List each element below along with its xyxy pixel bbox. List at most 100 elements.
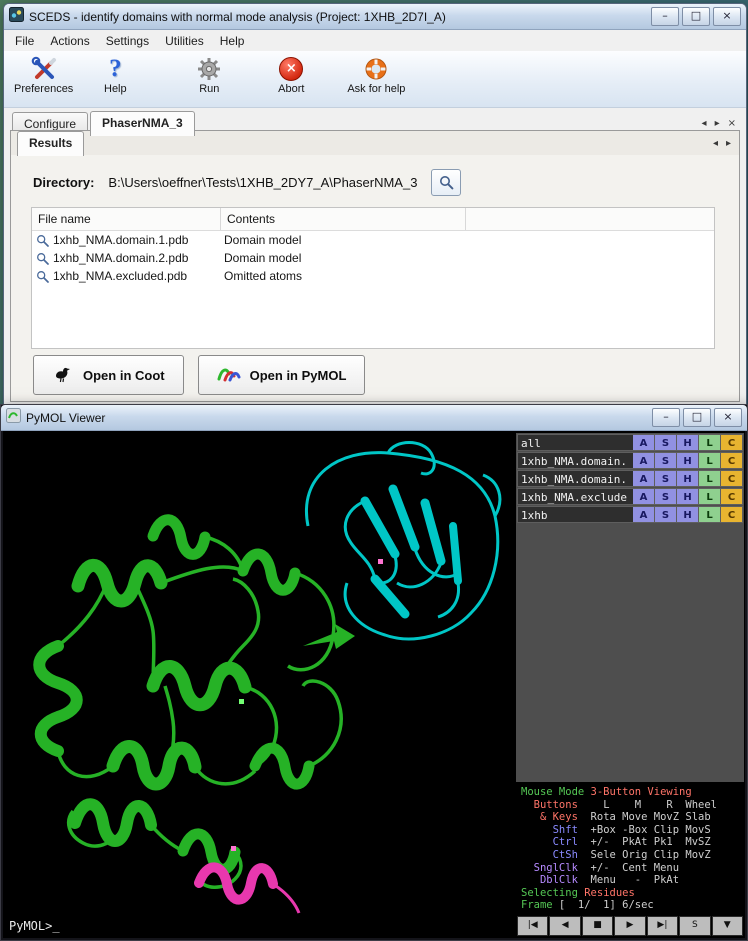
label-button[interactable]: L: [699, 506, 721, 523]
play-button[interactable]: ▶: [614, 916, 645, 936]
lifering-icon: [364, 55, 388, 82]
menu-file[interactable]: File: [7, 32, 42, 50]
results-tab-nav: ◂ ▸: [711, 138, 733, 155]
sceds-window: SCEDS - identify domains with normal mod…: [3, 3, 747, 405]
color-button[interactable]: C: [721, 506, 743, 523]
search-icon[interactable]: [36, 234, 49, 247]
file-contents: Domain model: [218, 249, 462, 267]
color-button[interactable]: C: [721, 434, 743, 451]
directory-value: B:\Users\oeffner\Tests\1XHB_2DY7_A\Phase…: [108, 175, 417, 190]
close-button[interactable]: ×: [714, 408, 742, 427]
pymol-3d-viewport[interactable]: [3, 431, 520, 938]
minimize-button[interactable]: –: [652, 408, 680, 427]
label-button[interactable]: L: [699, 434, 721, 451]
selecting-mode[interactable]: Selecting Residues: [521, 887, 742, 900]
tab-close-icon[interactable]: ×: [726, 118, 738, 129]
sceds-menubar: File Actions Settings Utilities Help: [4, 30, 746, 51]
sceds-titlebar[interactable]: SCEDS - identify domains with normal mod…: [4, 4, 746, 30]
label-button[interactable]: L: [699, 452, 721, 469]
open-in-pymol-label: Open in PyMOL: [250, 368, 347, 383]
object-row: all A S H L C: [517, 434, 743, 451]
gear-icon: [197, 55, 221, 82]
tab-next-icon[interactable]: ▸: [713, 118, 722, 129]
close-button[interactable]: ×: [713, 7, 741, 26]
file-table-header: File name Contents: [32, 208, 714, 231]
object-name[interactable]: all: [517, 434, 633, 451]
table-row[interactable]: 1xhb_NMA.domain.2.pdb Domain model: [32, 249, 714, 267]
file-name: 1xhb_NMA.domain.2.pdb: [53, 249, 188, 267]
open-in-pymol-button[interactable]: Open in PyMOL: [198, 355, 366, 395]
action-button[interactable]: A: [633, 470, 655, 487]
abort-button[interactable]: Abort: [269, 55, 313, 95]
menu-help[interactable]: Help: [212, 32, 253, 50]
question-icon: ?: [109, 55, 122, 82]
show-button[interactable]: S: [655, 488, 677, 505]
action-button[interactable]: A: [633, 452, 655, 469]
file-contents: Omitted atoms: [218, 267, 462, 285]
table-row[interactable]: 1xhb_NMA.domain.1.pdb Domain model: [32, 231, 714, 249]
action-button[interactable]: A: [633, 434, 655, 451]
ask-for-help-button[interactable]: Ask for help: [347, 55, 405, 95]
action-button[interactable]: A: [633, 488, 655, 505]
tab-phasernma-3[interactable]: PhaserNMA_3: [90, 111, 195, 136]
pymol-window: PyMOL Viewer – □ ×: [0, 404, 748, 941]
label-button[interactable]: L: [699, 488, 721, 505]
menu-actions[interactable]: Actions: [42, 32, 97, 50]
forward-end-button[interactable]: ▶|: [647, 916, 678, 936]
rewind-start-button[interactable]: |◀: [517, 916, 548, 936]
run-label: Run: [199, 83, 219, 95]
menu-settings[interactable]: Settings: [98, 32, 157, 50]
color-button[interactable]: C: [721, 470, 743, 487]
hide-button[interactable]: H: [677, 506, 699, 523]
scene-button[interactable]: S: [679, 916, 710, 936]
tab-prev-icon[interactable]: ◂: [700, 118, 709, 129]
pymol-titlebar[interactable]: PyMOL Viewer – □ ×: [1, 405, 747, 431]
preferences-button[interactable]: Preferences: [14, 55, 73, 95]
action-button[interactable]: A: [633, 506, 655, 523]
object-row: 1xhb_NMA.domain. A S H L C: [517, 470, 743, 487]
pymol-command-prompt[interactable]: PyMOL>_: [9, 919, 60, 933]
mouse-mode-panel[interactable]: Mouse Mode 3-Button Viewing Buttons L M …: [516, 782, 744, 915]
run-button[interactable]: Run: [187, 55, 231, 95]
color-button[interactable]: C: [721, 452, 743, 469]
search-icon[interactable]: [36, 252, 49, 265]
hide-button[interactable]: H: [677, 488, 699, 505]
label-button[interactable]: L: [699, 470, 721, 487]
minimize-button[interactable]: –: [651, 7, 679, 26]
pymol-logo-icon: [217, 364, 241, 387]
table-row[interactable]: 1xhb_NMA.excluded.pdb Omitted atoms: [32, 267, 714, 285]
show-button[interactable]: S: [655, 470, 677, 487]
pymol-caption-buttons: – □ ×: [652, 408, 742, 427]
pymol-body: all A S H L C 1xhb_NMA.domain. A S H L C…: [3, 431, 745, 938]
maximize-button[interactable]: □: [682, 7, 710, 26]
hide-button[interactable]: H: [677, 470, 699, 487]
phasernma-panel: Results ◂ ▸ Directory: B:\Users\oeffner\…: [10, 130, 740, 402]
menu-utilities[interactable]: Utilities: [157, 32, 212, 50]
show-button[interactable]: S: [655, 506, 677, 523]
playback-controls: |◀ ◀ ■ ▶ ▶| S ▼: [516, 915, 744, 937]
object-name[interactable]: 1xhb_NMA.exclude: [517, 488, 633, 505]
open-in-coot-button[interactable]: Open in Coot: [33, 355, 184, 395]
object-name[interactable]: 1xhb: [517, 506, 633, 523]
frame-status: Frame [ 1/ 1] 6/sec: [521, 899, 742, 912]
results-next-icon[interactable]: ▸: [724, 138, 733, 149]
search-icon[interactable]: [36, 270, 49, 283]
tab-results[interactable]: Results: [17, 131, 84, 156]
help-button[interactable]: ? Help: [93, 55, 137, 95]
show-button[interactable]: S: [655, 434, 677, 451]
hide-button[interactable]: H: [677, 434, 699, 451]
results-prev-icon[interactable]: ◂: [711, 138, 720, 149]
maximize-button[interactable]: □: [683, 408, 711, 427]
hide-button[interactable]: H: [677, 452, 699, 469]
show-button[interactable]: S: [655, 452, 677, 469]
column-file-name: File name: [32, 208, 221, 230]
object-name[interactable]: 1xhb_NMA.domain.: [517, 452, 633, 469]
menu-dropdown-button[interactable]: ▼: [712, 916, 743, 936]
color-button[interactable]: C: [721, 488, 743, 505]
coot-bird-icon: [52, 364, 74, 387]
browse-directory-button[interactable]: [431, 169, 461, 196]
object-name[interactable]: 1xhb_NMA.domain.: [517, 470, 633, 487]
step-back-button[interactable]: ◀: [549, 916, 580, 936]
stop-button[interactable]: ■: [582, 916, 613, 936]
help-label: Help: [104, 83, 127, 95]
